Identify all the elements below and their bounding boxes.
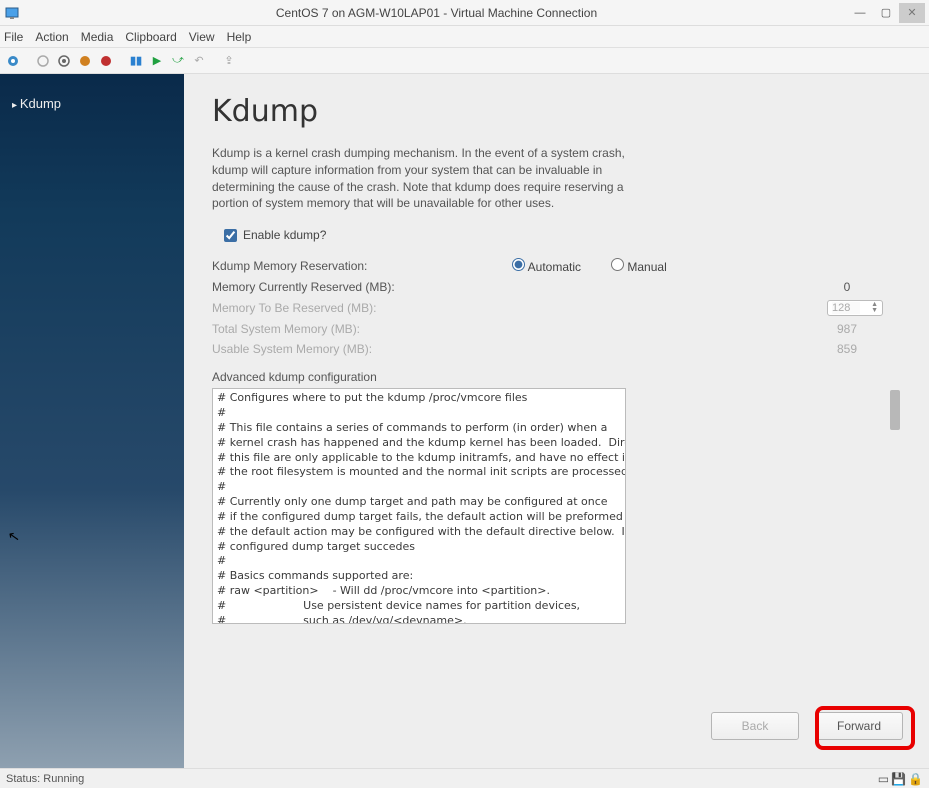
forward-button[interactable]: Forward [815, 712, 903, 740]
mem-tobe-label: Memory To Be Reserved (MB): [212, 301, 422, 315]
back-button[interactable]: Back [711, 712, 799, 740]
scrollbar-thumb[interactable] [890, 390, 900, 430]
share-icon[interactable]: ⇪ [220, 52, 238, 70]
menu-clipboard[interactable]: Clipboard [125, 30, 176, 44]
menu-file[interactable]: File [4, 30, 23, 44]
window-controls: — ▢ ✕ [847, 3, 925, 23]
sidebar-item-kdump[interactable]: Kdump [0, 92, 184, 115]
page-description: Kdump is a kernel crash dumping mechanis… [212, 145, 632, 212]
mem-tobe-spinner[interactable]: ▲▼ [827, 300, 883, 316]
spin-down-icon[interactable]: ▼ [871, 308, 878, 314]
status-text: Status: Running [6, 773, 84, 785]
statusbar: Status: Running ▭ 💾 🔒 [0, 768, 929, 788]
installer-content: Kdump Kdump is a kernel crash dumping me… [184, 74, 929, 768]
radio-manual[interactable]: Manual [611, 258, 667, 274]
vm-app-icon [4, 5, 20, 21]
status-network-icon: ▭ [878, 772, 889, 786]
pause-icon[interactable]: ▮▮ [127, 52, 145, 70]
maximize-button[interactable]: ▢ [873, 3, 899, 23]
reset-icon[interactable]: ▶ [148, 52, 166, 70]
save-icon[interactable] [97, 52, 115, 70]
mem-current-label: Memory Currently Reserved (MB): [212, 280, 422, 294]
total-mem-value: 987 [817, 322, 877, 336]
page-title: Kdump [212, 94, 901, 129]
reservation-label: Kdump Memory Reservation: [212, 259, 422, 273]
minimize-button[interactable]: — [847, 3, 873, 23]
mem-tobe-input [832, 302, 860, 314]
installer-sidebar: Kdump [0, 74, 184, 768]
menu-media[interactable]: Media [81, 30, 114, 44]
start-icon[interactable] [34, 52, 52, 70]
window-title: CentOS 7 on AGM-W10LAP01 - Virtual Machi… [26, 6, 847, 20]
mem-current-value: 0 [817, 280, 877, 294]
vm-display: Kdump Kdump Kdump is a kernel crash dump… [0, 74, 929, 768]
revert-icon[interactable]: ↶ [190, 52, 208, 70]
usable-mem-value: 859 [817, 342, 877, 356]
shutdown-icon[interactable] [76, 52, 94, 70]
checkpoint-icon[interactable]: ⤻ [169, 52, 187, 70]
menu-help[interactable]: Help [227, 30, 252, 44]
status-lock-icon: 🔒 [908, 772, 923, 786]
menu-view[interactable]: View [189, 30, 215, 44]
enable-kdump-label: Enable kdump? [243, 228, 326, 242]
close-button[interactable]: ✕ [899, 3, 925, 23]
menu-action[interactable]: Action [35, 30, 68, 44]
turnoff-icon[interactable] [55, 52, 73, 70]
enable-kdump-checkbox[interactable] [224, 229, 237, 242]
titlebar: CentOS 7 on AGM-W10LAP01 - Virtual Machi… [0, 0, 929, 26]
adv-config-textarea[interactable]: # Configures where to put the kdump /pro… [212, 388, 626, 624]
menubar: File Action Media Clipboard View Help [0, 26, 929, 48]
usable-mem-label: Usable System Memory (MB): [212, 342, 422, 356]
adv-config-label: Advanced kdump configuration [212, 370, 901, 384]
radio-automatic[interactable]: Automatic [512, 258, 581, 274]
ctrl-alt-del-icon[interactable] [4, 52, 22, 70]
textarea-scrollbar[interactable] [888, 389, 900, 626]
toolbar: ▮▮ ▶ ⤻ ↶ ⇪ [0, 48, 929, 74]
total-mem-label: Total System Memory (MB): [212, 322, 422, 336]
status-disk-icon: 💾 [891, 772, 906, 786]
